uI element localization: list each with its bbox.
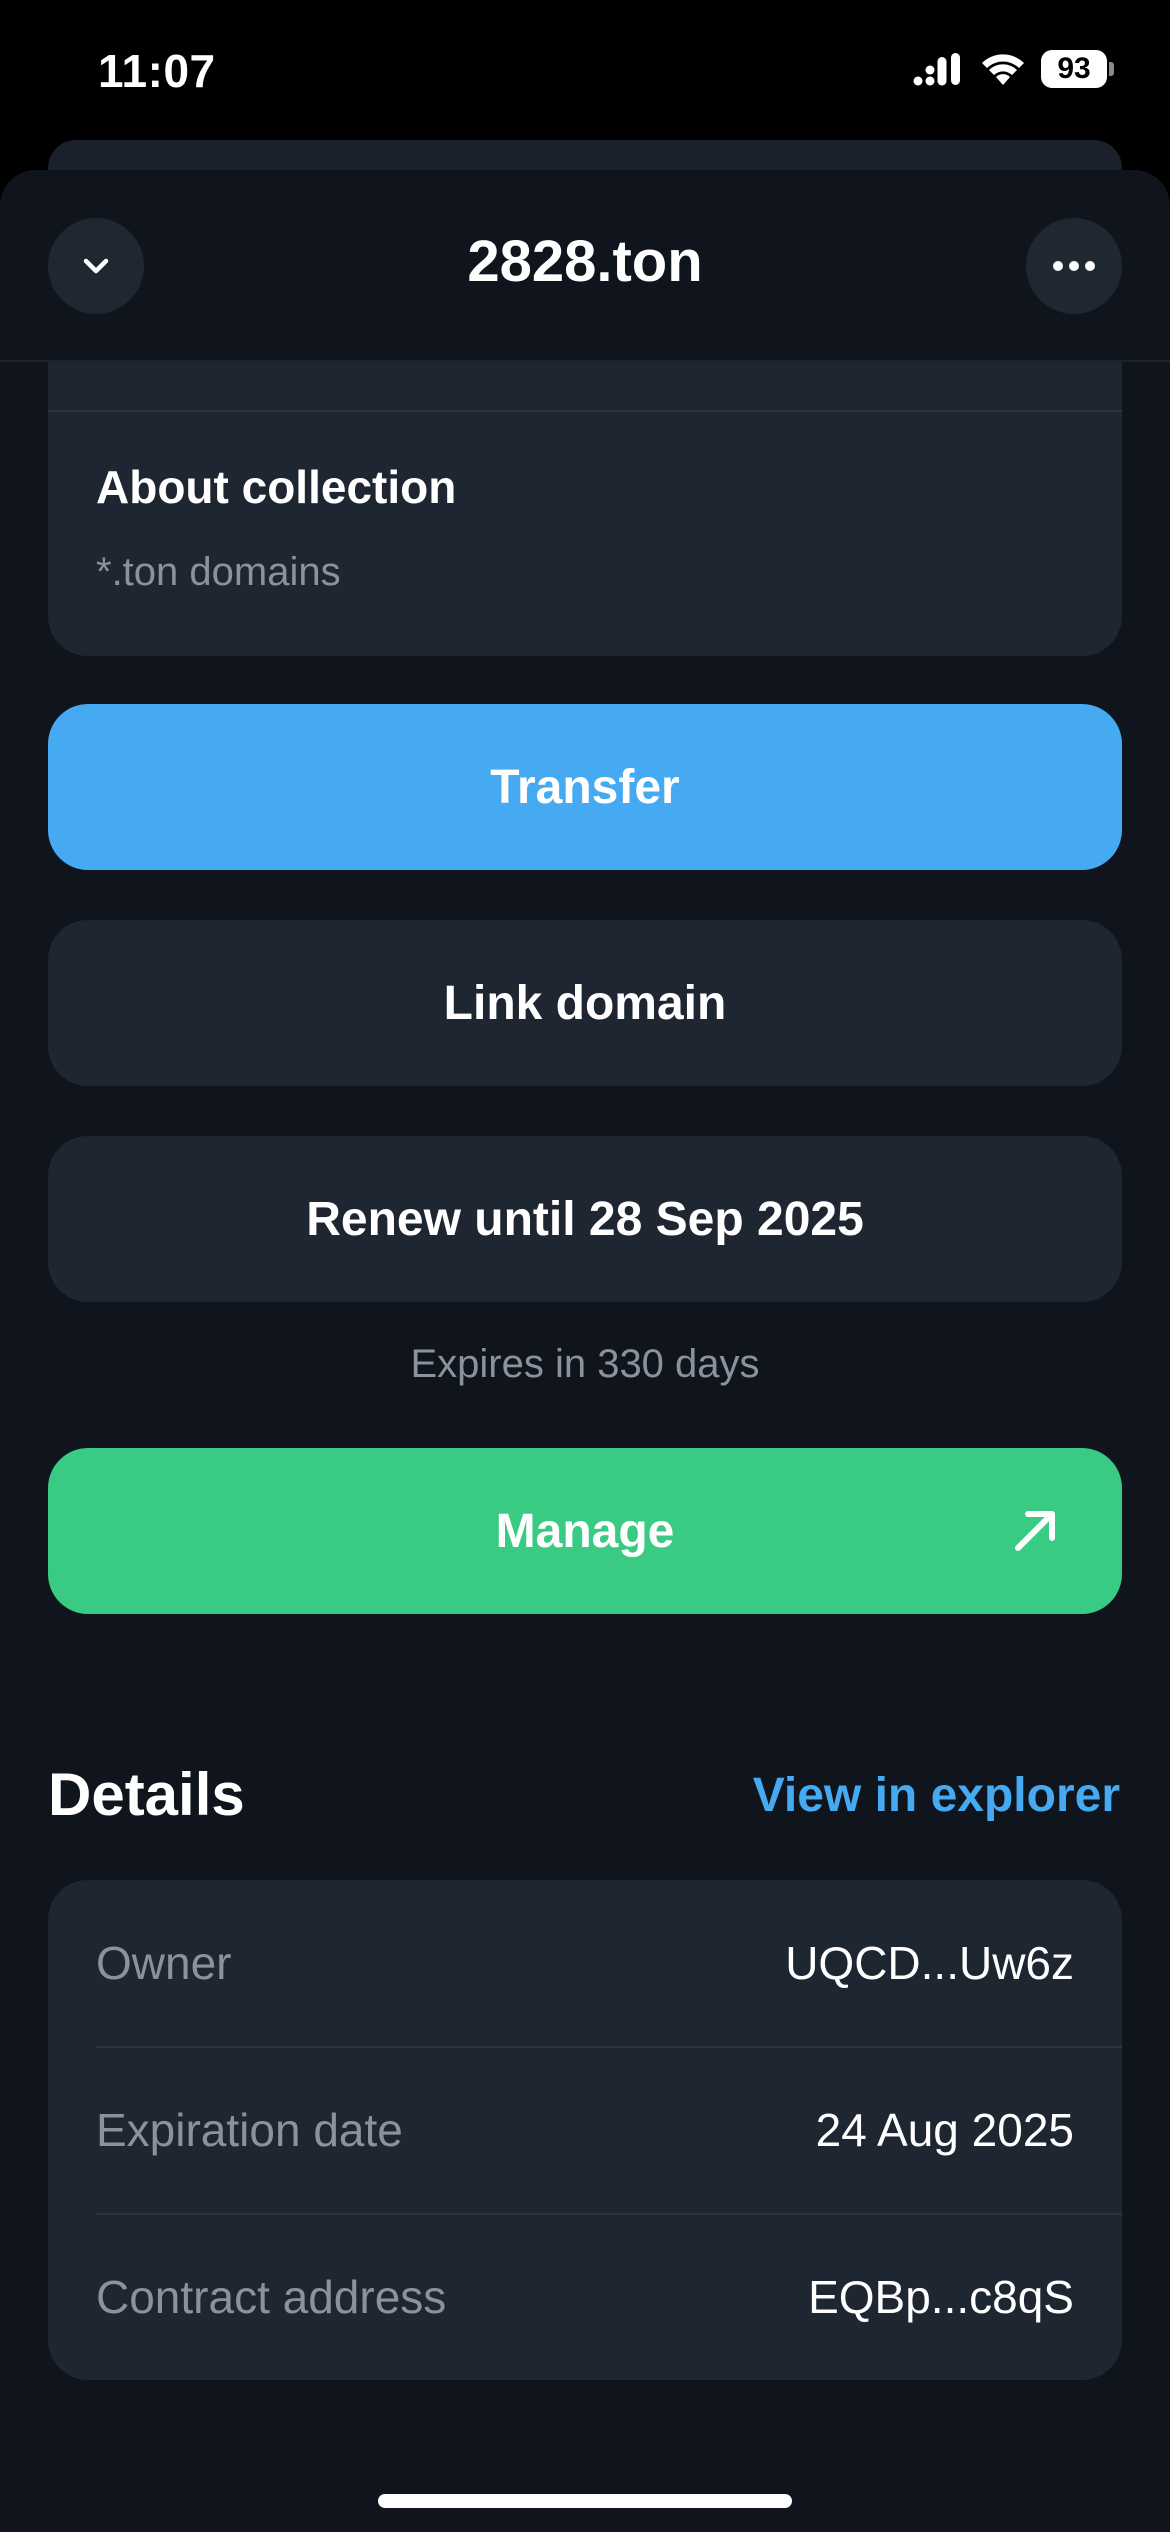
transfer-button[interactable]: Transfer <box>48 704 1122 870</box>
more-options-button[interactable] <box>1026 218 1122 314</box>
manage-button[interactable]: Manage <box>48 1448 1122 1614</box>
detail-row-owner[interactable]: Owner UQCD...Uw6z <box>48 1880 1122 2046</box>
about-collection-title: About collection <box>96 461 457 513</box>
arrow-up-right-icon <box>1015 1511 1055 1551</box>
view-in-explorer-link[interactable]: View in explorer <box>753 1768 1120 1823</box>
renew-button[interactable]: Renew until 28 Sep 2025 <box>48 1136 1122 1302</box>
link-domain-button[interactable]: Link domain <box>48 920 1122 1086</box>
about-collection-subtitle: *.ton domains <box>96 550 341 594</box>
details-card: Owner UQCD...Uw6z Expiration date 24 Aug… <box>48 1880 1122 2380</box>
detail-value: EQBp...c8qS <box>808 2271 1074 2323</box>
detail-value: UQCD...Uw6z <box>785 1937 1074 1989</box>
domain-sheet: 2828.ton About collection *.ton domains … <box>0 170 1170 2532</box>
detail-label: Contract address <box>96 2271 447 2323</box>
detail-label: Expiration date <box>96 2104 403 2156</box>
detail-row-expiration-date: Expiration date 24 Aug 2025 <box>48 2047 1122 2213</box>
detail-label: Owner <box>96 1937 232 1989</box>
detail-row-contract-address[interactable]: Contract address EQBp...c8qS <box>48 2214 1122 2380</box>
status-bar: 11:07 93 <box>0 0 1170 150</box>
status-icons: 93 <box>913 50 1114 88</box>
wifi-icon <box>982 54 1024 85</box>
manage-label: Manage <box>495 1504 675 1558</box>
battery-level: 93 <box>1041 50 1107 88</box>
expires-text: Expires in 330 days <box>410 1342 760 1386</box>
details-heading: Details <box>48 1761 245 1828</box>
signal-icon <box>913 53 960 86</box>
sheet-header: 2828.ton <box>0 170 1170 362</box>
detail-value: 24 Aug 2025 <box>815 2104 1074 2156</box>
battery-icon: 93 <box>1041 50 1114 88</box>
home-indicator[interactable] <box>378 2494 792 2508</box>
status-time: 11:07 <box>98 45 216 97</box>
more-dots-icon <box>1053 261 1095 271</box>
divider <box>48 410 1122 412</box>
page-title: 2828.ton <box>467 229 703 294</box>
